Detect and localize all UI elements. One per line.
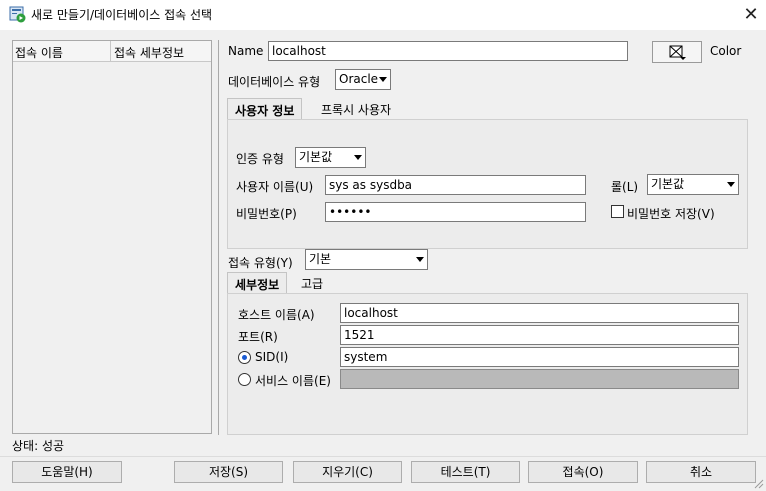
- column-header-connection-name[interactable]: 접속 이름: [15, 44, 63, 61]
- column-divider[interactable]: [110, 41, 111, 62]
- password-input[interactable]: ••••••: [325, 202, 586, 222]
- connection-type-select[interactable]: 기본: [305, 249, 428, 270]
- color-label: Color: [710, 44, 742, 58]
- clear-button[interactable]: 지우기(C): [293, 461, 402, 483]
- auth-type-label: 인증 유형: [236, 152, 284, 166]
- chevron-down-icon: [416, 257, 424, 262]
- connection-type-value: 기본: [309, 252, 332, 266]
- auth-type-value: 기본값: [299, 150, 333, 164]
- role-label: 롤(L): [611, 180, 639, 194]
- save-password-label: 비밀번호 저장(V): [627, 207, 715, 221]
- role-value: 기본값: [651, 177, 685, 191]
- status-text: 상태: 성공: [12, 439, 65, 453]
- title-bar: 새로 만들기/데이터베이스 접속 선택 ✕: [0, 0, 766, 30]
- close-icon[interactable]: ✕: [738, 4, 764, 26]
- chevron-down-icon: [379, 77, 387, 82]
- color-button[interactable]: [652, 41, 702, 63]
- tab-user-info[interactable]: 사용자 정보: [227, 98, 303, 120]
- sid-input[interactable]: system: [340, 347, 739, 367]
- role-select[interactable]: 기본값: [647, 174, 739, 195]
- service-name-radio[interactable]: [238, 373, 251, 386]
- username-label: 사용자 이름(U): [236, 180, 314, 194]
- test-button[interactable]: 테스트(T): [411, 461, 520, 483]
- tab-proxy-user[interactable]: 프록시 사용자: [314, 98, 398, 120]
- help-button[interactable]: 도움말(H): [12, 461, 122, 483]
- cancel-button[interactable]: 취소: [646, 461, 756, 483]
- service-name-label: 서비스 이름(E): [255, 374, 331, 388]
- service-name-input[interactable]: [340, 369, 739, 389]
- port-label: 포트(R): [238, 330, 278, 344]
- save-password-checkbox[interactable]: [611, 205, 624, 218]
- auth-type-select[interactable]: 기본값: [295, 147, 366, 168]
- host-input[interactable]: localhost: [340, 303, 739, 323]
- resize-grip-icon[interactable]: [752, 477, 764, 489]
- divider: [0, 456, 766, 457]
- database-type-select[interactable]: Oracle: [335, 69, 391, 90]
- chevron-down-icon: [354, 155, 362, 160]
- port-input[interactable]: 1521: [340, 325, 739, 345]
- splitter[interactable]: [218, 40, 219, 435]
- connection-list-header: 접속 이름 접속 세부정보: [13, 41, 211, 62]
- connect-button[interactable]: 접속(O): [528, 461, 638, 483]
- column-header-connection-details[interactable]: 접속 세부정보: [114, 44, 184, 61]
- tab-details[interactable]: 세부정보: [227, 272, 288, 294]
- sid-radio[interactable]: [238, 351, 251, 364]
- window-title: 새로 만들기/데이터베이스 접속 선택: [31, 8, 213, 22]
- host-label: 호스트 이름(A): [238, 308, 315, 322]
- connection-type-label: 접속 유형(Y): [228, 256, 293, 270]
- database-type-value: Oracle: [339, 72, 379, 86]
- database-connection-icon: [9, 6, 26, 23]
- username-input[interactable]: sys as sysdba: [325, 175, 586, 195]
- sid-label: SID(I): [255, 350, 289, 364]
- password-label: 비밀번호(P): [236, 207, 297, 221]
- tab-advanced[interactable]: 고급: [294, 272, 330, 294]
- color-picker-icon: [669, 45, 686, 60]
- connection-list[interactable]: 접속 이름 접속 세부정보: [12, 40, 212, 434]
- name-input[interactable]: localhost: [268, 41, 628, 61]
- database-type-label: 데이터베이스 유형: [228, 75, 321, 89]
- save-button[interactable]: 저장(S): [174, 461, 283, 483]
- name-label: Name: [228, 44, 264, 58]
- chevron-down-icon: [727, 182, 735, 187]
